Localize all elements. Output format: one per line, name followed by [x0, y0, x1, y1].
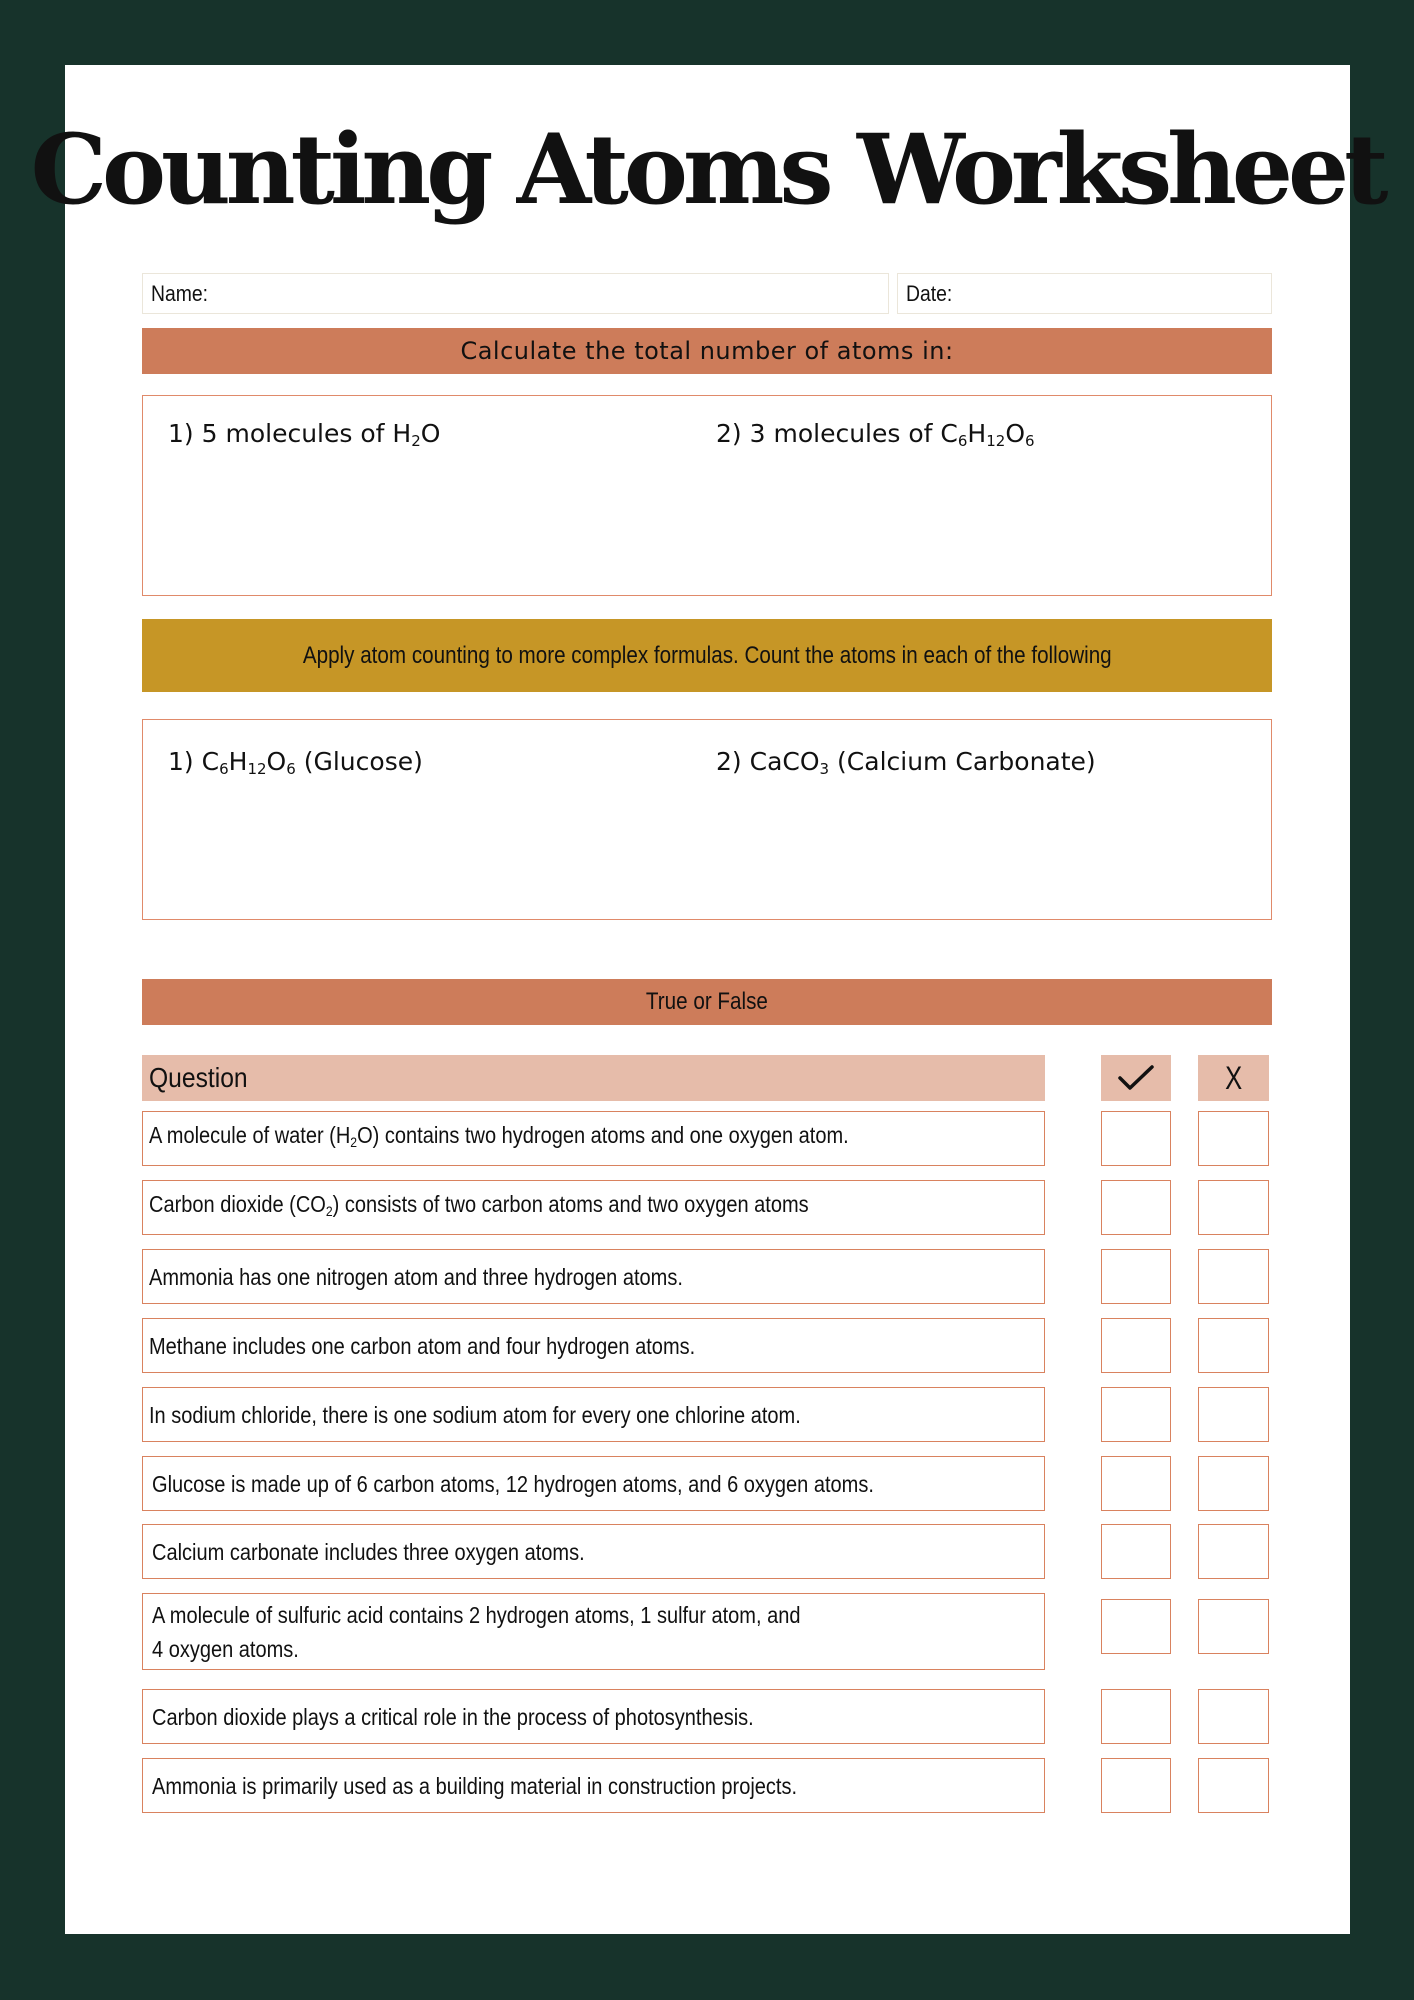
subscript: 2 [350, 1134, 358, 1150]
question-text: Ammonia has one nitrogen atom and three … [149, 1263, 683, 1290]
false-checkbox[interactable] [1198, 1387, 1269, 1442]
question-row: Carbon dioxide plays a critical role in … [142, 1689, 1045, 1744]
problem-number: 2) [716, 419, 742, 448]
question-text: Carbon dioxide plays a critical role in … [152, 1703, 754, 1730]
section2-problem-2: 2) CaCO3 (Calcium Carbonate) [716, 747, 1096, 778]
true-checkbox[interactable] [1101, 1111, 1171, 1166]
problem-number: 2) [716, 747, 742, 776]
element-symbol: CaCO [749, 747, 820, 776]
subscript: 2 [411, 432, 421, 450]
chemical-formula: H2O [392, 419, 441, 450]
section1-problem-2: 2) 3 molecules of C6H12O6 [716, 419, 1035, 450]
element-symbol: C [201, 747, 220, 776]
subscript: 6 [957, 432, 968, 450]
column-header-false: X [1198, 1055, 1269, 1101]
false-checkbox[interactable] [1198, 1524, 1269, 1579]
element-symbol: H [392, 419, 412, 448]
section3-banner: True or False [142, 979, 1272, 1025]
section2-problem-1: 1) C6H12O6 (Glucose) [168, 747, 423, 778]
subscript: 12 [247, 760, 267, 778]
check-icon [1118, 1065, 1154, 1090]
element-symbol: H [228, 747, 248, 776]
question-text: A molecule of sulfuric acid contains 2 h… [152, 1601, 801, 1662]
name-field[interactable]: Name: [142, 273, 889, 314]
true-checkbox[interactable] [1101, 1599, 1171, 1654]
column-header-question: Question [142, 1055, 1045, 1101]
problem-number: 1) [168, 747, 194, 776]
x-icon: X [1224, 1059, 1243, 1096]
element-symbol: O [420, 419, 441, 448]
element-symbol: H [967, 419, 987, 448]
date-field-wrapper[interactable]: Date: [897, 273, 1272, 314]
question-text: Glucose is made up of 6 carbon atoms, 12… [152, 1470, 874, 1497]
problem-number: 1) [168, 419, 194, 448]
column-header-true [1101, 1055, 1171, 1101]
question-row: Ammonia is primarily used as a building … [142, 1758, 1045, 1813]
name-label: Name: [151, 280, 209, 306]
false-checkbox[interactable] [1198, 1599, 1269, 1654]
question-text: In sodium chloride, there is one sodium … [149, 1401, 801, 1428]
true-checkbox[interactable] [1101, 1689, 1171, 1744]
compound-name: (Calcium Carbonate) [837, 747, 1096, 776]
question-text: Carbon dioxide (CO2) consists of two car… [149, 1191, 809, 1219]
question-row: Methane includes one carbon atom and fou… [142, 1318, 1045, 1373]
false-checkbox[interactable] [1198, 1758, 1269, 1813]
true-checkbox[interactable] [1101, 1387, 1171, 1442]
question-row: A molecule of sulfuric acid contains 2 h… [142, 1593, 1045, 1670]
question-row: In sodium chloride, there is one sodium … [142, 1387, 1045, 1442]
false-checkbox[interactable] [1198, 1456, 1269, 1511]
false-checkbox[interactable] [1198, 1249, 1269, 1304]
false-checkbox[interactable] [1198, 1111, 1269, 1166]
question-row: Ammonia has one nitrogen atom and three … [142, 1249, 1045, 1304]
subscript: 2 [325, 1203, 333, 1219]
section1-banner: Calculate the total number of atoms in: [142, 328, 1272, 374]
problem-text: 3 molecules of [749, 419, 941, 448]
element-symbol: O [266, 747, 287, 776]
subscript: 6 [1025, 432, 1035, 450]
true-checkbox[interactable] [1101, 1318, 1171, 1373]
true-checkbox[interactable] [1101, 1758, 1171, 1813]
false-checkbox[interactable] [1198, 1180, 1269, 1235]
question-text: Ammonia is primarily used as a building … [152, 1772, 798, 1799]
true-checkbox[interactable] [1101, 1249, 1171, 1304]
chemical-formula: C6H12O6 [940, 419, 1035, 450]
question-row: A molecule of water (H2O) contains two h… [142, 1111, 1045, 1166]
true-checkbox[interactable] [1101, 1524, 1171, 1579]
element-symbol: O [1005, 419, 1025, 448]
question-text: Methane includes one carbon atom and fou… [149, 1332, 696, 1359]
question-text: Calcium carbonate includes three oxygen … [152, 1538, 585, 1565]
element-symbol: C [940, 419, 958, 448]
true-checkbox[interactable] [1101, 1180, 1171, 1235]
true-checkbox[interactable] [1101, 1456, 1171, 1511]
section1-heading: Calculate the total number of atoms in: [460, 337, 954, 365]
subscript: 6 [286, 760, 296, 778]
subscript: 3 [819, 760, 830, 778]
question-row: Glucose is made up of 6 carbon atoms, 12… [142, 1456, 1045, 1511]
date-label: Date: [906, 280, 953, 306]
question-row: Calcium carbonate includes three oxygen … [142, 1524, 1045, 1579]
question-text: A molecule of water (H2O) contains two h… [149, 1122, 849, 1150]
false-checkbox[interactable] [1198, 1318, 1269, 1373]
date-field[interactable]: Date: [897, 273, 1272, 314]
problem-text: 5 molecules of [201, 419, 393, 448]
section2-banner: Apply atom counting to more complex form… [142, 619, 1272, 692]
compound-name: (Glucose) [303, 747, 423, 776]
false-checkbox[interactable] [1198, 1689, 1269, 1744]
subscript: 12 [986, 432, 1006, 450]
section1-problem-1: 1) 5 molecules of H2O [168, 419, 440, 450]
section3-heading: True or False [646, 988, 768, 1015]
subscript: 6 [219, 760, 229, 778]
section2-heading: Apply atom counting to more complex form… [302, 641, 1112, 669]
page-title: Counting Atoms Worksheet [30, 113, 1389, 226]
question-row: Carbon dioxide (CO2) consists of two car… [142, 1180, 1045, 1235]
chemical-formula: C6H12O6 [201, 747, 296, 778]
chemical-formula: CaCO3 [749, 747, 830, 778]
column-header-question-label: Question [149, 1062, 248, 1093]
name-field-wrapper[interactable]: Name: [142, 273, 889, 314]
